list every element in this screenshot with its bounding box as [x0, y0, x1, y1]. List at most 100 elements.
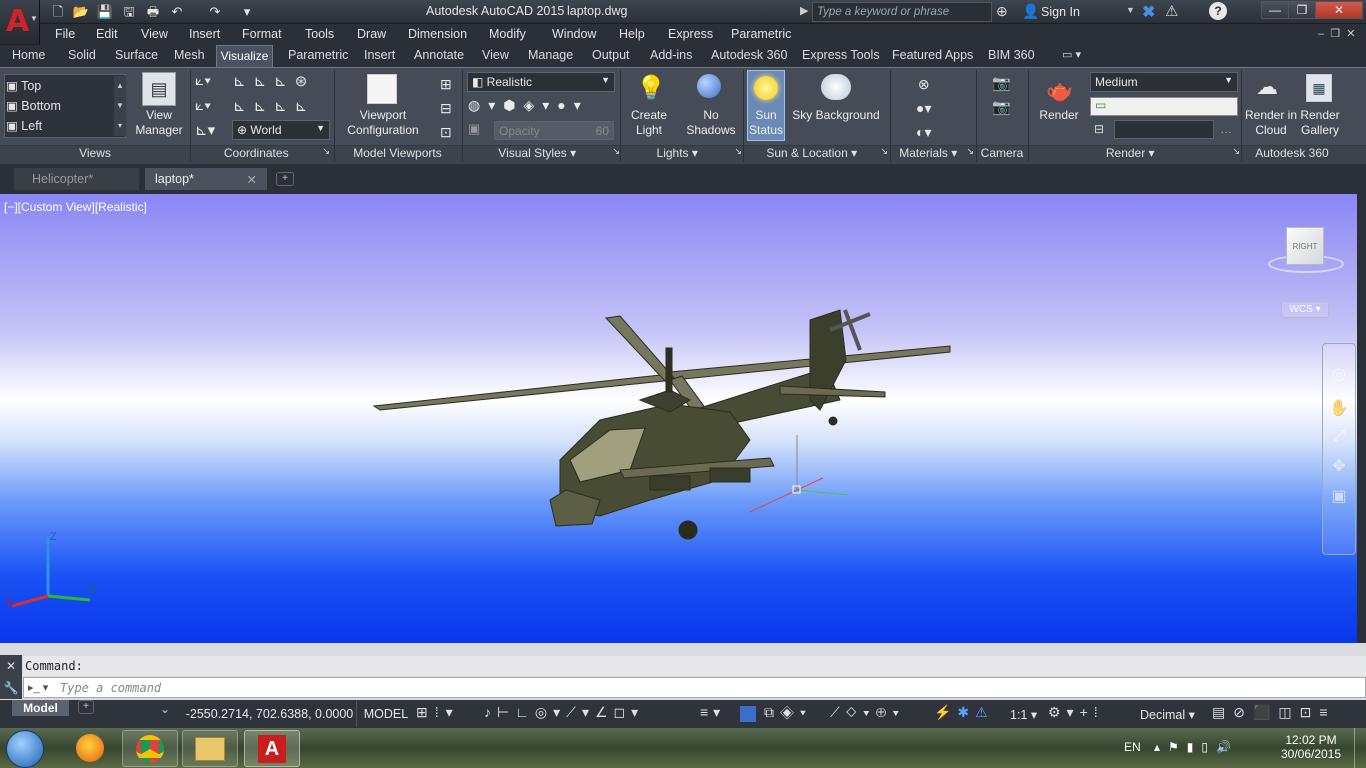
grid-snap-icons[interactable]: ⊞⁞▾: [416, 704, 460, 721]
tab-annotate[interactable]: Annotate: [414, 48, 464, 62]
doc-window-controls[interactable]: – ❐ ✕: [1318, 27, 1355, 40]
close-icon[interactable]: ✕: [247, 172, 257, 187]
render-button[interactable]: Render: [1034, 108, 1084, 123]
drafting-aids-icons[interactable]: ♪⊢∟◎▾⟋▾∠◻▾: [484, 704, 644, 721]
xray-icon[interactable]: ▣: [468, 121, 488, 139]
tab-insert[interactable]: Insert: [364, 48, 395, 62]
binoculars-icon[interactable]: ⊕: [996, 3, 1008, 20]
viewport-config-button[interactable]: Viewport Configuration: [338, 108, 428, 138]
start-button[interactable]: [6, 730, 44, 768]
visual-style-select[interactable]: ◧ Realistic ▼: [467, 72, 615, 92]
open-folder-icon[interactable]: 📂: [72, 3, 90, 21]
tab-solid[interactable]: Solid: [68, 48, 96, 62]
transparency-icon[interactable]: [740, 706, 756, 722]
coord-system-select[interactable]: ⊕ World ▼: [232, 120, 330, 140]
menu-parametric[interactable]: Parametric: [731, 27, 791, 41]
save-icon[interactable]: 💾: [96, 3, 114, 21]
view-manager-icon[interactable]: ▤: [142, 72, 176, 106]
doc-tab-helicopter[interactable]: Helicopter*: [14, 168, 139, 190]
gizmo-icons[interactable]: ⟋◇▾⊕▾: [830, 704, 905, 721]
tab-express-tools[interactable]: Express Tools: [802, 48, 880, 62]
expand-arrow-icon[interactable]: ▶: [800, 4, 808, 17]
taskbar-autocad[interactable]: A: [244, 730, 300, 767]
menu-express[interactable]: Express: [668, 27, 713, 41]
lineweight-icons[interactable]: ≡▾: [700, 704, 725, 721]
render-quality-select[interactable]: Medium ▼: [1090, 72, 1238, 92]
views-scrollbar[interactable]: ▲ ▼ ▾: [114, 76, 126, 136]
close-icon[interactable]: ✕: [0, 659, 22, 673]
system-tray-icons[interactable]: ▴⚑▮▯🔊: [1154, 740, 1239, 754]
annotation-scale[interactable]: 1:1 ▾: [1010, 707, 1037, 722]
pan-hand-icon[interactable]: ✋: [1323, 398, 1355, 418]
tab-home[interactable]: Home: [12, 48, 45, 62]
viewcube-face-right[interactable]: RIGHT: [1286, 227, 1324, 265]
help-icon[interactable]: ?: [1209, 2, 1227, 20]
viewcube[interactable]: RIGHT: [1264, 225, 1348, 280]
ribbon-toggle-icon[interactable]: ▭ ▾: [1062, 48, 1081, 61]
render-in-cloud-button[interactable]: Render in Cloud: [1242, 108, 1300, 138]
tab-mesh[interactable]: Mesh: [174, 48, 205, 62]
viewport-config-icon[interactable]: [367, 74, 397, 104]
render-region-icon[interactable]: ⊟: [1094, 122, 1104, 136]
orbit-icon[interactable]: ✥: [1323, 456, 1355, 476]
menu-dimension[interactable]: Dimension: [408, 27, 467, 41]
menu-view[interactable]: View: [141, 27, 168, 41]
workspace-icons[interactable]: ⚙▾+⁞: [1048, 704, 1104, 721]
no-shadows-button[interactable]: No Shadows: [682, 108, 740, 138]
tab-add-ins[interactable]: Add-ins: [650, 48, 692, 62]
view-manager-button[interactable]: View Manager: [130, 108, 188, 138]
tab-surface[interactable]: Surface: [115, 48, 158, 62]
render-output-field[interactable]: ▭: [1090, 97, 1238, 116]
new-tab-button[interactable]: +: [276, 172, 294, 186]
ucs-named-icon[interactable]: ⟀▾: [195, 97, 211, 114]
redo-icon[interactable]: ↷: [206, 3, 224, 21]
ucs-tools-row-2[interactable]: ⊾⊾⊾⊾: [233, 97, 315, 115]
chevron-down-icon[interactable]: ▼: [1126, 5, 1135, 15]
tab-visualize[interactable]: Visualize: [216, 45, 273, 67]
viewport-scrollbar[interactable]: [1357, 194, 1366, 643]
customize-toolbar-icon[interactable]: ▾: [238, 3, 256, 21]
ucs-icon-toggle[interactable]: ⊾▾: [195, 121, 215, 139]
tab-view[interactable]: View: [482, 48, 509, 62]
tab-featured-apps[interactable]: Featured Apps: [892, 48, 973, 62]
menu-format[interactable]: Format: [242, 27, 282, 41]
units-select[interactable]: Decimal ▾: [1140, 707, 1195, 722]
undo-icon[interactable]: ↶: [168, 3, 186, 21]
taskbar-firefox[interactable]: [62, 730, 118, 767]
sky-background-button[interactable]: Sky Background: [790, 108, 882, 123]
view-left[interactable]: ▣ Left: [6, 118, 42, 133]
tab-autodesk-360[interactable]: Autodesk 360: [711, 48, 787, 62]
taskbar-clock[interactable]: 12:02 PM 30/06/2015: [1276, 733, 1346, 761]
cursor-coordinates[interactable]: -2550.2714, 702.6388, 0.0000: [183, 701, 357, 727]
status-tray-icons[interactable]: ▤⊘⬛◫⊡≡: [1212, 704, 1336, 721]
taskbar-chrome[interactable]: [122, 730, 178, 767]
doc-tab-laptop[interactable]: laptop* ✕: [145, 168, 267, 190]
show-desktop-button[interactable]: [1354, 728, 1366, 768]
stay-connected-icon[interactable]: ⚠: [1165, 2, 1178, 20]
render-size-field[interactable]: [1114, 120, 1214, 139]
close-button[interactable]: ✕: [1315, 1, 1363, 19]
annotation-icons[interactable]: ⚡✱⚠: [934, 704, 994, 721]
layout-tabs-toggle-icon[interactable]: ⌄: [160, 702, 170, 716]
materials-tools[interactable]: ⊗ ●▾ ◐▾: [916, 72, 931, 144]
command-recent-icon[interactable]: ▸_ ▾: [28, 681, 48, 694]
exchange-apps-icon[interactable]: ✖: [1142, 2, 1155, 22]
viewport-tools-icon[interactable]: ⊞ ⊟ ⊡: [440, 72, 452, 144]
steering-wheel-icon[interactable]: ◎: [1323, 364, 1355, 384]
taskbar-explorer[interactable]: [182, 730, 238, 767]
application-menu-button[interactable]: A ▼: [0, 0, 40, 44]
search-input[interactable]: Type a keyword or phrase: [812, 2, 992, 22]
maximize-button[interactable]: ❐: [1288, 1, 1316, 19]
menu-edit[interactable]: Edit: [96, 27, 118, 41]
print-icon[interactable]: 🖶: [144, 3, 162, 21]
create-light-button[interactable]: Create Light: [624, 108, 674, 138]
new-file-icon[interactable]: 🗋: [49, 3, 67, 21]
tab-output[interactable]: Output: [592, 48, 630, 62]
showmotion-icon[interactable]: ▣: [1323, 486, 1355, 506]
minimize-button[interactable]: —: [1261, 1, 1289, 19]
sign-in-button[interactable]: Sign In: [1041, 5, 1080, 19]
menu-window[interactable]: Window: [552, 27, 596, 41]
view-top[interactable]: ▣ Top: [6, 78, 41, 93]
customize-wrench-icon[interactable]: 🔧: [0, 681, 22, 695]
viewport-controls-label[interactable]: [−][Custom View][Realistic]: [4, 200, 147, 214]
